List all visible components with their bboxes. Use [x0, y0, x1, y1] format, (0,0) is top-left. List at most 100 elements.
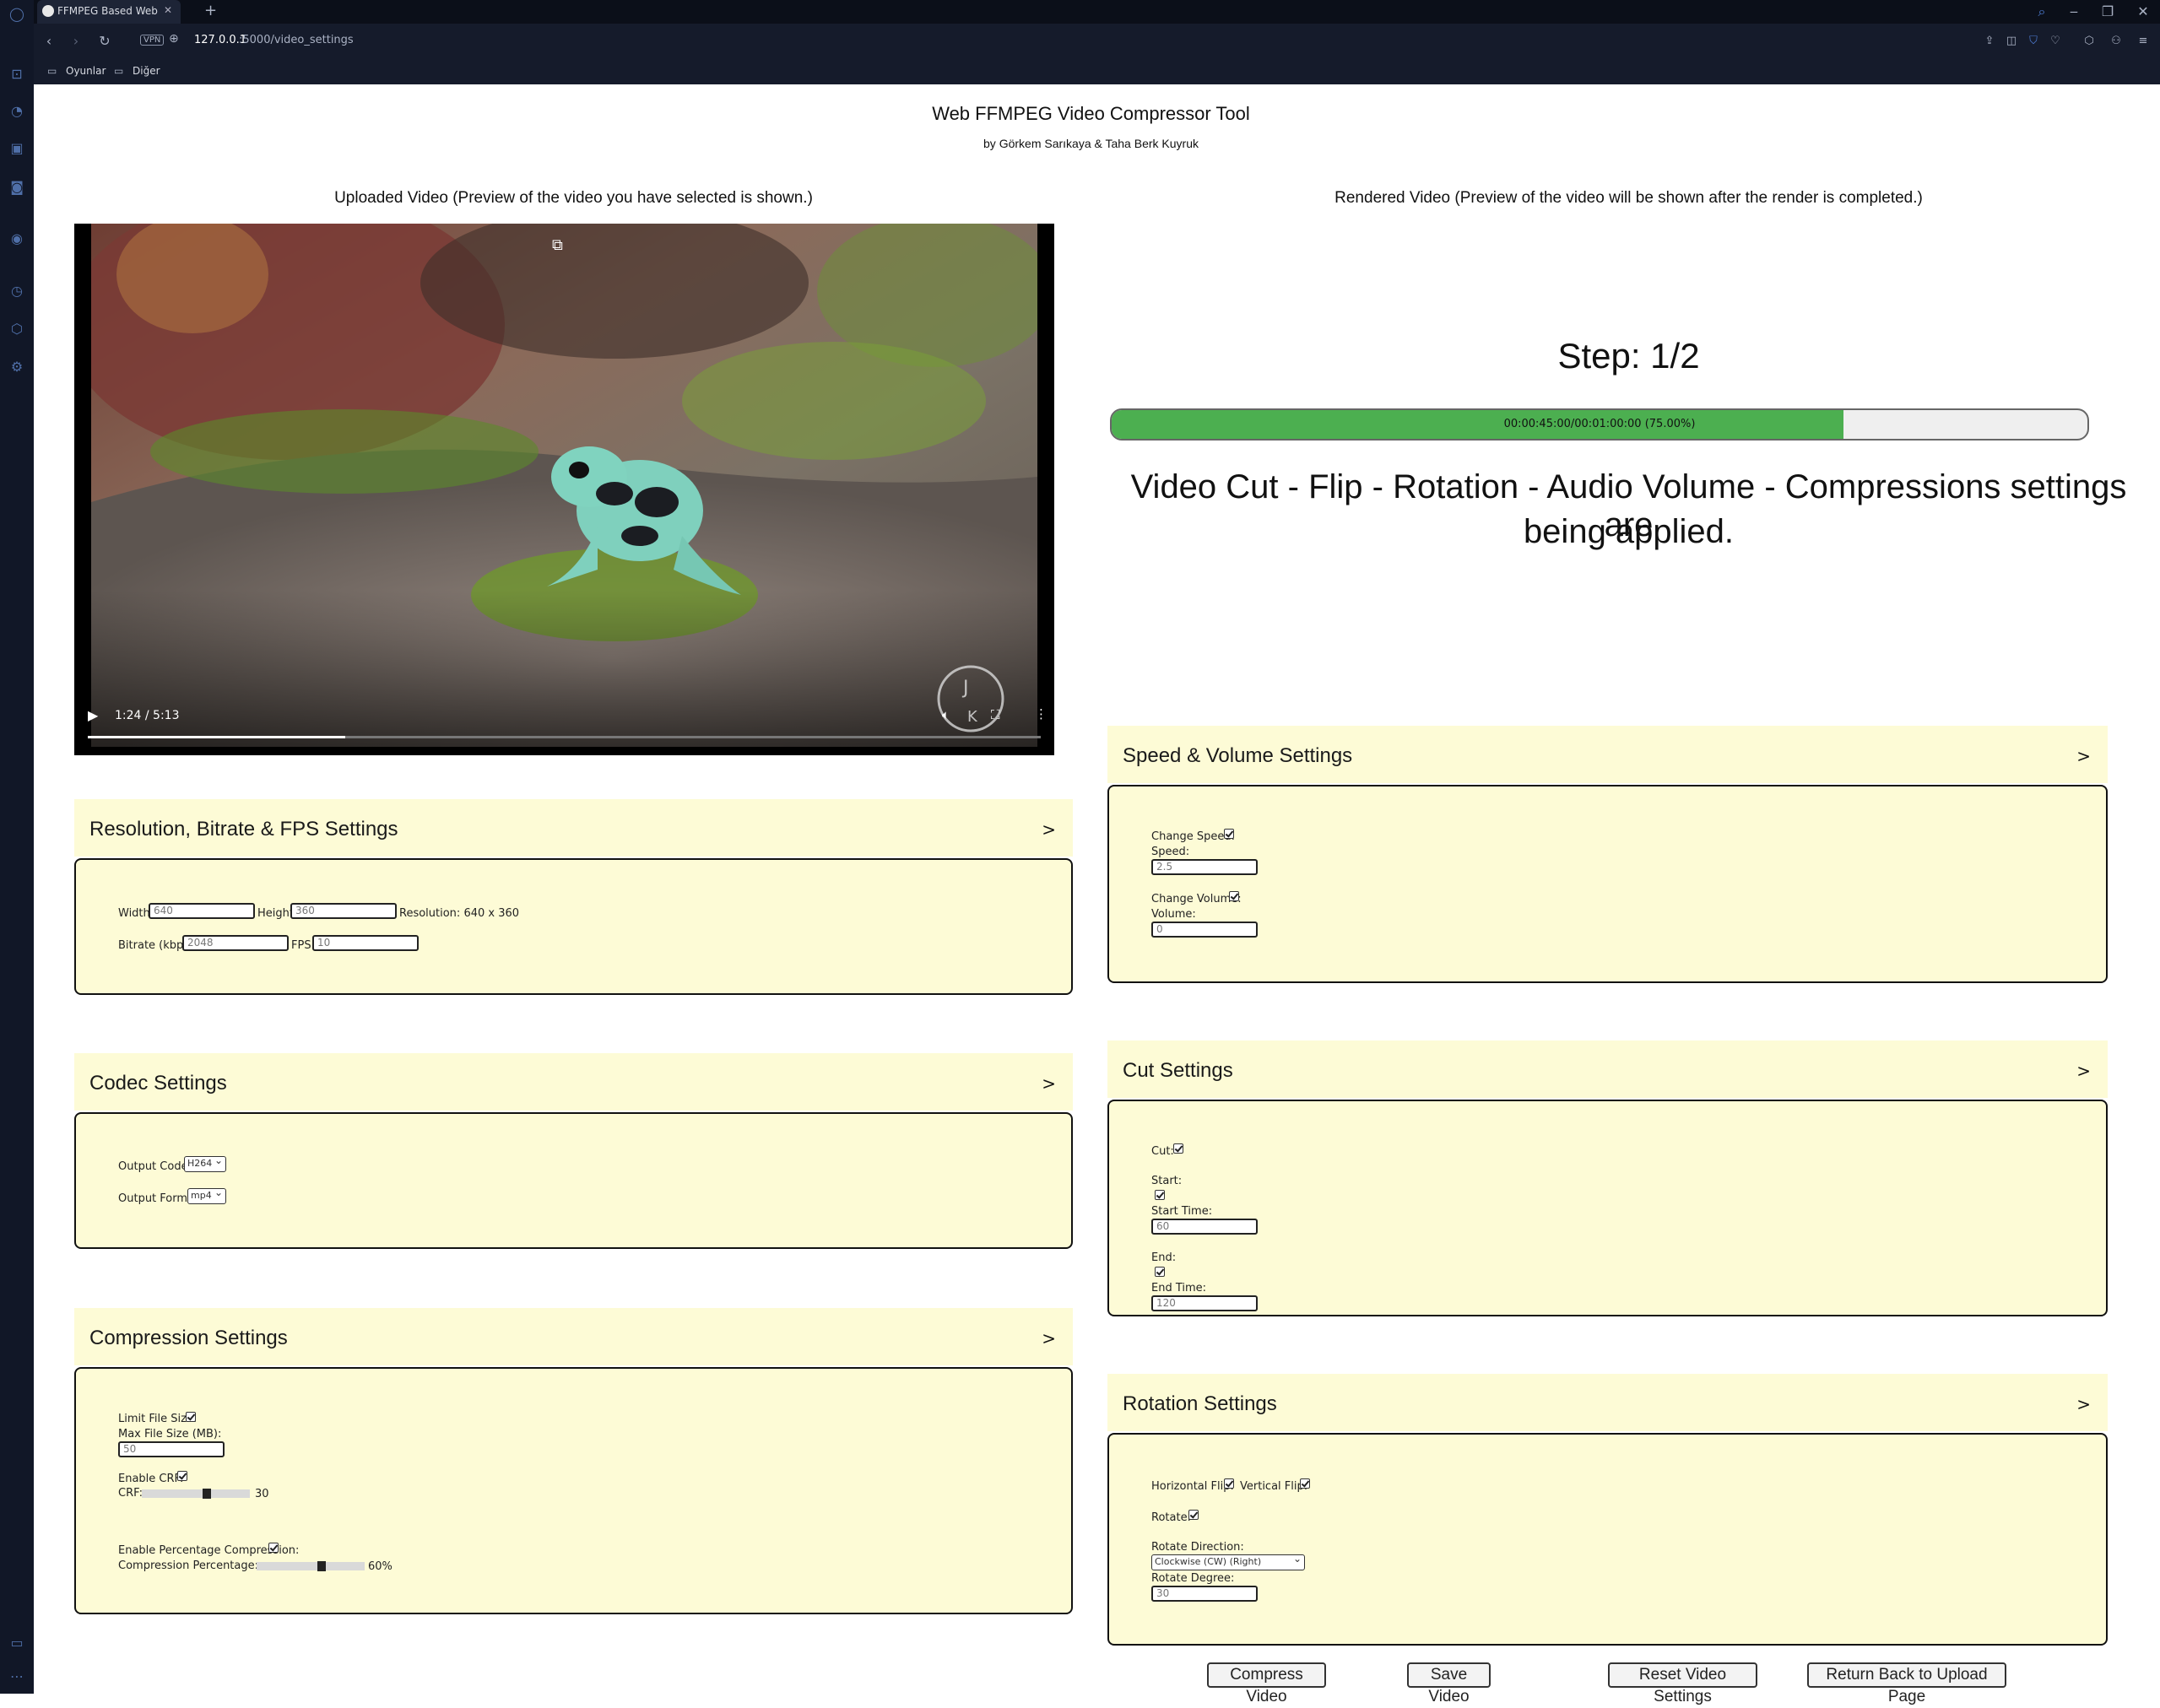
- cut-panel-title: Cut Settings: [1123, 1059, 1233, 1082]
- output-format-select[interactable]: mp4: [187, 1186, 226, 1204]
- expand-arrow-icon[interactable]: >: [1042, 1328, 1056, 1349]
- speed-input[interactable]: 2.5: [1151, 859, 1258, 875]
- rotate-degree-input[interactable]: 30: [1151, 1586, 1258, 1602]
- expand-arrow-icon[interactable]: >: [1042, 1073, 1056, 1094]
- minimize-icon[interactable]: ‒: [2064, 2, 2084, 22]
- fps-input[interactable]: 10: [312, 935, 419, 951]
- svg-text:J: J: [961, 678, 969, 699]
- expand-arrow-icon[interactable]: >: [2076, 746, 2091, 766]
- tab-close-icon[interactable]: ✕: [164, 4, 172, 16]
- vertical-flip-checkbox[interactable]: [1300, 1478, 1310, 1489]
- speed-dial-icon[interactable]: ◔: [8, 103, 25, 120]
- picture-in-picture-icon[interactable]: ⧉: [552, 236, 563, 254]
- uploaded-video-caption: Uploaded Video (Preview of the video you…: [334, 189, 813, 207]
- bookmark-oyunlar[interactable]: Oyunlar: [66, 65, 106, 77]
- cut-checkbox[interactable]: [1173, 1143, 1183, 1154]
- share-icon[interactable]: ⇪: [1979, 31, 2000, 51]
- render-progress-bar: 00:00:45:00/00:01:00:00 (75.00%): [1110, 408, 2089, 441]
- end-time-input[interactable]: 120: [1151, 1295, 1258, 1311]
- resolution-panel-title: Resolution, Bitrate & FPS Settings: [89, 818, 398, 840]
- compression-panel-header[interactable]: Compression Settings >: [74, 1308, 1073, 1365]
- volume-label: Volume:: [1151, 908, 1196, 921]
- compression-slider-thumb[interactable]: [317, 1561, 326, 1571]
- codec-panel-header[interactable]: Codec Settings >: [74, 1053, 1073, 1111]
- start-checkbox[interactable]: [1155, 1190, 1165, 1200]
- expand-arrow-icon[interactable]: >: [1042, 819, 1056, 840]
- horizontal-flip-checkbox[interactable]: [1224, 1478, 1234, 1489]
- reset-video-settings-button[interactable]: Reset Video Settings: [1608, 1662, 1757, 1705]
- heart-icon[interactable]: ♡: [2045, 31, 2065, 51]
- change-speed-checkbox[interactable]: [1224, 829, 1234, 839]
- compression-percentage-slider[interactable]: [257, 1561, 365, 1571]
- close-window-icon[interactable]: ✕: [2133, 2, 2153, 22]
- limit-file-size-checkbox[interactable]: [186, 1412, 196, 1422]
- end-checkbox[interactable]: [1155, 1267, 1165, 1277]
- extensions-icon[interactable]: ⬡: [8, 321, 25, 338]
- rotate-checkbox[interactable]: [1188, 1510, 1199, 1520]
- screenshot-icon[interactable]: ▭: [8, 1635, 25, 1651]
- bitrate-input[interactable]: 2048: [182, 935, 289, 951]
- fullscreen-icon[interactable]: ⛶: [991, 707, 1000, 722]
- fps-label: FPS:: [291, 939, 315, 952]
- change-volume-checkbox[interactable]: [1229, 891, 1239, 901]
- speed-volume-panel-title: Speed & Volume Settings: [1123, 744, 1353, 767]
- resolution-panel-body: Width: 640 Height: 360 Resolution: 640 x…: [74, 858, 1073, 995]
- end-time-label: End Time:: [1151, 1282, 1207, 1295]
- crf-label: CRF:: [118, 1487, 143, 1500]
- site-info-globe-icon[interactable]: ⊕: [169, 32, 179, 46]
- rotation-panel-header[interactable]: Rotation Settings >: [1107, 1374, 2108, 1431]
- uploaded-video-player[interactable]: J K ⧉ ▶ 1:24 / 5:13 🔈︎ ⛶ ⋮: [74, 224, 1054, 755]
- tab-title: FFMPEG Based Web Video: [57, 5, 159, 17]
- start-time-input[interactable]: 60: [1151, 1219, 1258, 1235]
- history-icon[interactable]: ◷: [8, 283, 25, 300]
- crf-slider-thumb[interactable]: [202, 1489, 211, 1499]
- return-to-upload-button[interactable]: Return Back to Upload Page: [1807, 1662, 2006, 1705]
- codec-panel-body: Output Codec: H264 Output Format: mp4: [74, 1112, 1073, 1249]
- cube-icon[interactable]: ⬡: [2079, 31, 2099, 51]
- gamepad-icon[interactable]: ⊡: [8, 66, 25, 83]
- compress-video-button[interactable]: Compress Video: [1207, 1662, 1326, 1705]
- height-input[interactable]: 360: [290, 903, 397, 919]
- instagram-icon[interactable]: ◙: [8, 179, 25, 196]
- resolution-panel-header[interactable]: Resolution, Bitrate & FPS Settings >: [74, 799, 1073, 857]
- url-path[interactable]: :5000/video_settings: [239, 34, 354, 46]
- camera-icon[interactable]: ◫: [2001, 31, 2022, 51]
- player-icon[interactable]: ◉: [8, 230, 25, 247]
- compression-panel-body: Limit File Size: Max File Size (MB): 50 …: [74, 1367, 1073, 1614]
- opera-logo-icon[interactable]: ◯: [8, 6, 25, 23]
- menu-icon[interactable]: ≡: [2133, 31, 2153, 51]
- rotate-direction-select[interactable]: Clockwise (CW) (Right): [1151, 1553, 1305, 1570]
- bookmark-diger[interactable]: Diğer: [133, 65, 160, 77]
- vpn-badge[interactable]: VPN: [140, 35, 165, 46]
- enable-percentage-checkbox[interactable]: [268, 1543, 279, 1553]
- settings-gear-icon[interactable]: ⚙: [8, 359, 25, 376]
- play-icon[interactable]: ▶: [88, 707, 98, 723]
- enable-crf-checkbox[interactable]: [177, 1471, 187, 1481]
- more-options-icon[interactable]: ⋮: [1035, 706, 1048, 722]
- save-video-button[interactable]: Save Video: [1407, 1662, 1491, 1705]
- reload-icon[interactable]: ↻: [95, 31, 115, 51]
- shopping-icon[interactable]: ▣: [8, 140, 25, 157]
- more-icon[interactable]: ⋯: [8, 1668, 25, 1685]
- width-input[interactable]: 640: [149, 903, 255, 919]
- cut-panel-header[interactable]: Cut Settings >: [1107, 1040, 2108, 1098]
- expand-arrow-icon[interactable]: >: [2076, 1394, 2091, 1414]
- video-seek-bar[interactable]: [88, 736, 1041, 738]
- output-codec-select[interactable]: H264: [184, 1154, 226, 1172]
- profile-icon[interactable]: ⚇: [2106, 31, 2126, 51]
- search-tabs-icon[interactable]: ⌕: [2032, 2, 2052, 22]
- tab-active[interactable]: FFMPEG Based Web Video ✕: [37, 0, 181, 24]
- restore-icon[interactable]: ❐: [2098, 2, 2118, 22]
- back-icon[interactable]: ‹: [39, 31, 59, 51]
- volume-icon[interactable]: 🔈︎: [942, 707, 950, 722]
- forward-icon[interactable]: ›: [66, 31, 86, 51]
- new-tab-icon[interactable]: +: [204, 2, 217, 19]
- volume-input[interactable]: 0: [1151, 922, 1258, 938]
- crf-slider[interactable]: [142, 1489, 250, 1499]
- speed-volume-panel-header[interactable]: Speed & Volume Settings >: [1107, 726, 2108, 783]
- page: Web FFMPEG Video Compressor Tool by Görk…: [34, 84, 2160, 1705]
- shield-icon[interactable]: ⛉: [2023, 31, 2044, 51]
- max-file-size-input[interactable]: 50: [118, 1441, 225, 1457]
- end-label: End:: [1151, 1251, 1177, 1264]
- expand-arrow-icon[interactable]: >: [2076, 1061, 2091, 1081]
